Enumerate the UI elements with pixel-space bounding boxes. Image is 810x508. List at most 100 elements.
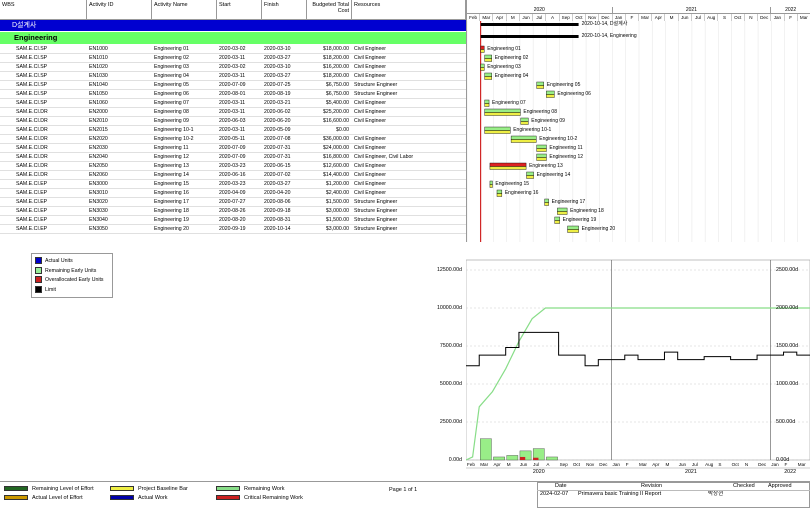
table-cell: 2020-08-19 — [264, 91, 291, 97]
col-header-finish[interactable]: Finish — [262, 0, 307, 20]
gantt-activity-bar — [489, 180, 493, 188]
col-header-activity-name[interactable]: Activity Name — [152, 0, 217, 20]
overallocated-units-bar — [519, 456, 526, 460]
table-cell: EN1030 — [89, 73, 108, 79]
gantt-chart: 2020 2021 2022 Feb Mar Apr M Jun Jul A Sep Oct Nov De… — [466, 0, 810, 242]
table-row[interactable]: SAM.E.CI.EP EN3000 Engineering 15 2020-03-2… — [0, 180, 466, 189]
table-cell: SAM.E.CI.SP — [16, 46, 48, 52]
baseline-bar — [557, 211, 568, 215]
table-cell: SAM.E.CI.EP — [16, 226, 48, 232]
table-row[interactable]: SAM.E.CI.DR EN2030 Engineering 11 2020-07-0… — [0, 144, 466, 153]
table-cell: EN3000 — [89, 181, 108, 187]
table-row[interactable]: SAM.E.CI.EP EN3010 Engineering 16 2020-04-0… — [0, 189, 466, 198]
table-cell: EN2000 — [89, 109, 108, 115]
remaining-work-bar — [480, 45, 485, 50]
table-cell: 2020-03-10 — [264, 64, 291, 70]
histogram-year: 2020 — [532, 469, 545, 475]
table-cell: $0.00 — [336, 127, 349, 133]
col-header-wbs[interactable]: WBS — [0, 0, 87, 20]
table-cell: SAM.E.CI.DR — [16, 127, 48, 133]
table-cell: $3,000.00 — [325, 226, 349, 232]
baseline-bar — [526, 175, 534, 179]
histogram-month: Mar — [797, 462, 806, 467]
table-cell: Civil Engineer — [354, 190, 387, 196]
wbs-band[interactable]: D설계사 — [0, 20, 466, 31]
table-row[interactable]: SAM.E.CI.DR EN2040 Engineering 12 2020-07-0… — [0, 153, 466, 162]
table-cell: SAM.E.CI.SP — [16, 100, 48, 106]
table-row[interactable]: SAM.E.CI.DR EN2050 Engineering 13 2020-03-2… — [0, 162, 466, 171]
table-row[interactable]: SAM.E.CI.SP EN1040 Engineering 05 2020-07-0… — [0, 81, 466, 90]
table-cell: Engineering 04 — [154, 73, 189, 79]
col-header-resources[interactable]: Resources — [352, 0, 466, 20]
table-cell: SAM.E.CI.SP — [16, 91, 48, 97]
table-cell: SAM.E.CI.EP — [16, 181, 48, 187]
gantt-bar-label: Engineering 10-1 — [513, 127, 552, 133]
table-cell: Engineering 11 — [154, 145, 189, 151]
gantt-bar-label: Engineering 14 — [536, 172, 571, 178]
table-cell: 2020-08-20 — [219, 217, 246, 223]
table-row[interactable]: SAM.E.CI.SP EN1060 Engineering 07 2020-03-1… — [0, 99, 466, 108]
table-cell: 2020-06-16 — [219, 172, 246, 178]
table-cell: $3,000.00 — [325, 208, 349, 214]
table-cell: $18,000.00 — [323, 46, 349, 52]
footer-legend-swatch — [4, 486, 28, 492]
table-cell: EN2050 — [89, 163, 108, 169]
gantt-bar-label: Engineering 10-2 — [539, 136, 578, 142]
remaining-units-bar — [546, 456, 558, 461]
table-row[interactable]: SAM.E.CI.SP EN1000 Engineering 01 2020-03-0… — [0, 45, 466, 54]
table-row[interactable]: SAM.E.CI.DR EN2010 Engineering 09 2020-06-0… — [0, 117, 466, 126]
table-cell: 2020-03-10 — [264, 46, 291, 52]
histogram-month: Apr — [652, 462, 660, 467]
table-cell — [354, 126, 464, 135]
histogram-month: Dec — [599, 462, 608, 467]
table-row[interactable]: SAM.E.CI.SP EN1030 Engineering 04 2020-03-1… — [0, 72, 466, 81]
table-row[interactable]: SAM.E.CI.EP EN3030 Engineering 18 2020-08-2… — [0, 207, 466, 216]
table-row[interactable]: SAM.E.CI.DR EN2015 Engineering 10-1 2020-03… — [0, 126, 466, 135]
gantt-bar-label: Engineering 03 — [487, 64, 521, 70]
table-row[interactable]: SAM.E.CI.SP EN1020 Engineering 03 2020-03-0… — [0, 63, 466, 72]
table-cell: 2020-06-20 — [264, 118, 291, 124]
table-cell: 2020-08-01 — [219, 91, 246, 97]
baseline-bar — [546, 94, 555, 98]
table-cell: EN1020 — [89, 64, 108, 70]
table-cell: 2020-06-03 — [219, 118, 246, 124]
col-header-activity-id[interactable]: Activity ID — [87, 0, 152, 20]
table-cell: Engineering 18 — [154, 208, 189, 214]
legend-swatch — [35, 285, 42, 293]
report-page: WBS Activity ID Activity Name Start Fini… — [0, 0, 810, 508]
table-row[interactable]: SAM.E.CI.DR EN2000 Engineering 08 2020-03-1… — [0, 108, 466, 117]
footer-legend-label: Remaining Level of Effort — [32, 486, 94, 492]
left-axis-tick: 7500.00d — [439, 343, 462, 349]
gantt-bar-label: Engineering 13 — [529, 163, 563, 169]
table-row[interactable]: SAM.E.CI.DR EN2060 Engineering 14 2020-06-1… — [0, 171, 466, 180]
table-row[interactable]: SAM.E.CI.SP EN1010 Engineering 02 2020-03-1… — [0, 54, 466, 63]
table-row[interactable]: SAM.E.CI.DR EN2020 Engineering 10-2 2020-05… — [0, 135, 466, 144]
table-cell: Engineering 14 — [154, 172, 189, 178]
table-cell: Engineering 12 — [154, 154, 189, 160]
table-cell: Engineering 02 — [154, 55, 189, 61]
overallocated-units-bar — [533, 457, 539, 460]
table-row[interactable]: SAM.E.CI.EP EN3050 Engineering 20 2020-09-1… — [0, 225, 466, 234]
table-cell: $14,400.00 — [323, 172, 349, 178]
table-cell: Engineering 09 — [154, 118, 189, 124]
histogram-month: Nov — [586, 462, 595, 467]
table-cell: Engineering 05 — [154, 82, 189, 88]
histogram-month: Jan — [612, 462, 620, 467]
col-header-start[interactable]: Start — [217, 0, 262, 20]
gantt-activity-bar — [546, 90, 555, 98]
baseline-bar — [536, 148, 547, 152]
gantt-bar-label: Engineering 01 — [487, 46, 521, 52]
gantt-activity-bar — [567, 225, 579, 233]
table-cell: 2020-03-23 — [219, 181, 246, 187]
table-row[interactable]: SAM.E.CI.SP EN1050 Engineering 06 2020-08-0… — [0, 90, 466, 99]
table-row[interactable]: SAM.E.CI.EP EN3020 Engineering 17 2020-07-2… — [0, 198, 466, 207]
histogram-month: M — [665, 462, 670, 467]
group-band[interactable]: Engineering — [0, 32, 466, 44]
table-cell: 2020-08-31 — [264, 217, 291, 223]
gantt-bar-label: Engineering 15 — [495, 181, 530, 187]
resource-histogram: 0.00d 0.00d 2500.00d 500.00d 5000.00d 1000.00… — [437, 244, 810, 476]
col-header-budgeted-cost[interactable]: Budgeted Total Cost — [307, 0, 352, 20]
table-row[interactable]: SAM.E.CI.EP EN3040 Engineering 19 2020-08-2… — [0, 216, 466, 225]
gantt-activity-bar — [484, 126, 511, 134]
checked-header: Checked — [733, 483, 755, 489]
